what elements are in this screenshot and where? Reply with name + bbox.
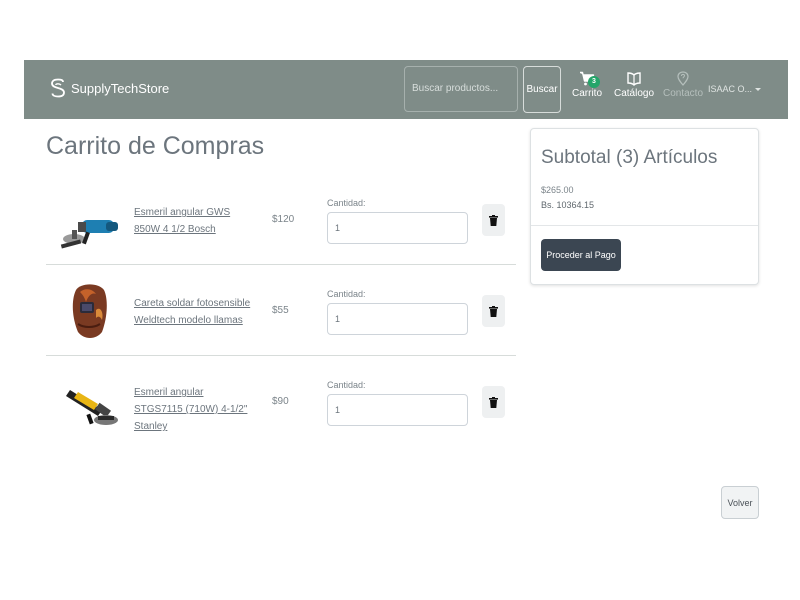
remove-item-button[interactable]	[482, 295, 505, 327]
cart-item-row: Esmeril angular GWS 850W 4 1/2 Bosch $12…	[46, 174, 516, 265]
subtotal-bs: Bs. 10364.15	[541, 200, 595, 210]
nav-contact[interactable]: Contacto	[663, 71, 703, 99]
nav-cart[interactable]: 3 Carrito	[572, 71, 602, 99]
product-link[interactable]: Esmeril angular STGS7115 (710W) 4-1/2" S…	[134, 384, 252, 435]
subtotal-usd: $265.00	[541, 185, 574, 195]
user-name: ISAAC O...	[708, 84, 753, 94]
product-link[interactable]: Esmeril angular GWS 850W 4 1/2 Bosch	[134, 204, 252, 238]
quantity-label: Cantidad:	[327, 289, 366, 299]
product-price: $55	[272, 305, 289, 316]
nav-cart-label: Carrito	[572, 88, 603, 99]
checkout-button[interactable]: Proceder al Pago	[541, 239, 621, 271]
trash-icon	[489, 396, 498, 408]
dollar-s-logo-icon	[51, 78, 65, 98]
search-input[interactable]	[404, 66, 518, 112]
book-open-icon	[627, 72, 641, 86]
brand-link[interactable]: SupplyTechStore	[49, 78, 169, 98]
map-pin-icon	[677, 71, 689, 86]
nav-catalog[interactable]: Catálogo	[614, 71, 654, 99]
quantity-input[interactable]: 1	[327, 303, 468, 335]
product-link[interactable]: Careta soldar fotosensible Weldtech mode…	[134, 295, 252, 329]
product-price: $90	[272, 396, 289, 407]
cart-count-badge: 3	[588, 76, 600, 88]
quantity-input[interactable]: 1	[327, 212, 468, 244]
quantity-label: Cantidad:	[327, 198, 366, 208]
product-image	[66, 390, 118, 425]
card-divider	[531, 225, 758, 226]
remove-item-button[interactable]	[482, 204, 505, 236]
product-image	[72, 284, 107, 338]
caret-down-icon	[755, 87, 762, 91]
page-title: Carrito de Compras	[46, 132, 265, 160]
product-image	[60, 220, 118, 249]
trash-icon	[489, 305, 498, 317]
top-navbar: SupplyTechStore Buscar 3 Carrito Catálog…	[24, 60, 788, 119]
remove-item-button[interactable]	[482, 386, 505, 418]
subtotal-title: Subtotal (3) Artículos	[541, 147, 718, 168]
brand-name: SupplyTechStore	[71, 80, 170, 96]
quantity-input[interactable]: 1	[327, 394, 468, 426]
subtotal-card: Subtotal (3) Artículos $265.00 Bs. 10364…	[530, 128, 759, 285]
back-button[interactable]: Volver	[721, 486, 759, 519]
user-dropdown[interactable]: ISAAC O...	[708, 84, 762, 94]
product-price: $120	[272, 214, 295, 225]
cart-item-row: Esmeril angular STGS7115 (710W) 4-1/2" S…	[46, 356, 516, 447]
quantity-label: Cantidad:	[327, 380, 366, 390]
nav-contact-label: Contacto	[663, 88, 704, 99]
search-button[interactable]: Buscar	[523, 66, 561, 113]
trash-icon	[489, 214, 498, 226]
cart-item-row: Careta soldar fotosensible Weldtech mode…	[46, 265, 516, 356]
page-root: SupplyTechStore Buscar 3 Carrito Catálog…	[0, 0, 800, 600]
nav-catalog-label: Catálogo	[614, 88, 655, 99]
